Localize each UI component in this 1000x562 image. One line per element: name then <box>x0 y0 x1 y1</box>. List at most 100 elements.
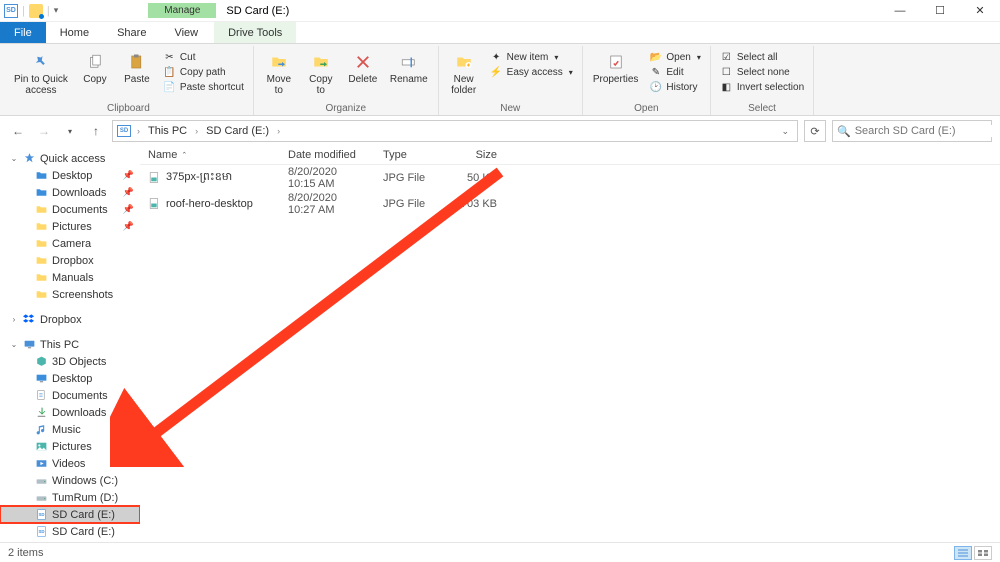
column-size[interactable]: Size <box>450 149 505 161</box>
paste-button[interactable]: Paste <box>118 50 156 87</box>
tree-label: 3D Objects <box>52 356 106 368</box>
new-folder-button[interactable]: New folder <box>445 50 483 98</box>
file-row[interactable]: 375px-ព្រះឧមា8/20/2020 10:15 AMJPG File5… <box>140 165 1000 191</box>
refresh-button[interactable]: ⟳ <box>804 120 826 142</box>
column-date[interactable]: Date modified <box>280 149 375 161</box>
tree-label: Desktop <box>52 170 92 182</box>
breadcrumb-sd-card[interactable]: SD Card (E:) <box>204 125 271 137</box>
col-label: Type <box>383 149 407 161</box>
column-type[interactable]: Type <box>375 149 450 161</box>
tree-quick-access[interactable]: ⌄ Quick access <box>0 150 140 167</box>
ribbon-group-select: ☑Select all ☐Select none ◧Invert selecti… <box>711 46 814 115</box>
tree-item-downloads[interactable]: Downloads <box>0 404 140 421</box>
status-bar: 2 items <box>0 542 1000 562</box>
tree-item-tumrum-d-[interactable]: TumRum (D:) <box>0 489 140 506</box>
folder-icon <box>34 169 48 183</box>
tab-share[interactable]: Share <box>103 22 160 43</box>
tree-this-pc[interactable]: ⌄ This PC <box>0 336 140 353</box>
select-none-button[interactable]: ☐Select none <box>717 65 807 80</box>
address-dropdown-icon[interactable]: ⌄ <box>777 126 793 137</box>
tab-view[interactable]: View <box>160 22 212 43</box>
new-item-label: New item <box>507 52 549 63</box>
file-type: JPG File <box>375 198 450 210</box>
rename-button[interactable]: Rename <box>386 50 432 87</box>
tree-item-camera[interactable]: Camera <box>0 235 140 252</box>
file-date: 8/20/2020 10:15 AM <box>280 166 375 190</box>
invert-icon: ◧ <box>720 81 733 94</box>
tree-item-sd-card-e-[interactable]: SDSD Card (E:) <box>0 506 140 523</box>
easy-access-icon: ⚡ <box>490 66 503 79</box>
tree-item-documents[interactable]: Documents <box>0 387 140 404</box>
tree-label: SD Card (E:) <box>52 509 115 521</box>
tree-item-dropbox[interactable]: Dropbox <box>0 252 140 269</box>
pic-icon <box>34 440 48 454</box>
edit-label: Edit <box>666 67 683 78</box>
tree-item-windows-c-[interactable]: Windows (C:) <box>0 472 140 489</box>
qat-dropdown-icon[interactable]: ▾ <box>54 5 59 16</box>
rename-label: Rename <box>390 74 428 85</box>
open-button[interactable]: 📂Open▾ <box>646 50 703 65</box>
cut-button[interactable]: ✂Cut <box>160 50 247 65</box>
easy-access-label: Easy access <box>507 67 563 78</box>
breadcrumb-sep: › <box>275 126 282 136</box>
ribbon-group-open: Properties 📂Open▾ ✎Edit 🕑History Open <box>583 46 711 115</box>
file-row[interactable]: roof-hero-desktop8/20/2020 10:27 AMJPG F… <box>140 191 1000 217</box>
copy-button[interactable]: Copy <box>76 50 114 87</box>
tree-item-music[interactable]: Music <box>0 421 140 438</box>
maximize-button[interactable]: ☐ <box>920 0 960 22</box>
tree-item-pictures[interactable]: Pictures📌 <box>0 218 140 235</box>
expand-icon[interactable]: ⌄ <box>10 340 18 349</box>
move-to-button[interactable]: Move to <box>260 50 298 98</box>
recent-locations-button[interactable]: ▾ <box>60 121 80 141</box>
address-bar[interactable]: SD › This PC › SD Card (E:) › ⌄ <box>112 120 798 142</box>
tree-item-pictures[interactable]: Pictures <box>0 438 140 455</box>
tree-item-downloads[interactable]: Downloads📌 <box>0 184 140 201</box>
minimize-button[interactable]: — <box>880 0 920 22</box>
pin-icon <box>31 52 51 72</box>
tab-file[interactable]: File <box>0 22 46 43</box>
ribbon-tabs: File Home Share View Drive Tools <box>0 22 1000 44</box>
tab-home[interactable]: Home <box>46 22 103 43</box>
search-input[interactable] <box>855 125 997 137</box>
tree-item-sd-card-e-[interactable]: SDSD Card (E:) <box>0 523 140 540</box>
tree-dropbox[interactable]: › Dropbox <box>0 311 140 328</box>
close-button[interactable]: ✕ <box>960 0 1000 22</box>
delete-button[interactable]: Delete <box>344 50 382 87</box>
copy-path-button[interactable]: 📋Copy path <box>160 65 247 80</box>
properties-button[interactable]: Properties <box>589 50 643 87</box>
column-name[interactable]: Name⌃ <box>140 149 280 161</box>
qat-separator: | <box>22 5 25 17</box>
expand-icon[interactable]: ⌄ <box>10 154 18 163</box>
breadcrumb-this-pc[interactable]: This PC <box>146 125 189 137</box>
tree-item-desktop[interactable]: Desktop📌 <box>0 167 140 184</box>
tree-item-screenshots[interactable]: Screenshots <box>0 286 140 303</box>
up-button[interactable]: ↑ <box>86 121 106 141</box>
tab-drive-tools[interactable]: Drive Tools <box>214 22 296 43</box>
easy-access-button[interactable]: ⚡Easy access▾ <box>487 65 576 80</box>
edit-button[interactable]: ✎Edit <box>646 65 703 80</box>
select-all-button[interactable]: ☑Select all <box>717 50 807 65</box>
file-list[interactable]: Name⌃ Date modified Type Size 375px-ព្រះ… <box>140 146 1000 542</box>
tree-item-desktop[interactable]: Desktop <box>0 370 140 387</box>
thumbnails-view-button[interactable] <box>974 546 992 560</box>
tree-item-documents[interactable]: Documents📌 <box>0 201 140 218</box>
details-view-button[interactable] <box>954 546 972 560</box>
paste-shortcut-button[interactable]: 📄Paste shortcut <box>160 80 247 95</box>
tree-item-3d-objects[interactable]: 3D Objects <box>0 353 140 370</box>
forward-button[interactable]: → <box>34 121 54 141</box>
expand-icon[interactable]: › <box>10 315 18 324</box>
new-item-button[interactable]: ✦New item▾ <box>487 50 576 65</box>
pin-to-quick-access-button[interactable]: Pin to Quick access <box>10 50 72 98</box>
col-label: Size <box>476 149 497 161</box>
navigation-tree[interactable]: ⌄ Quick access Desktop📌Downloads📌Documen… <box>0 146 140 542</box>
back-button[interactable]: ← <box>8 121 28 141</box>
search-box[interactable]: 🔍 <box>832 120 992 142</box>
history-button[interactable]: 🕑History <box>646 80 703 95</box>
copy-to-button[interactable]: Copy to <box>302 50 340 98</box>
new-folder-qat-icon[interactable] <box>29 4 43 18</box>
tree-item-manuals[interactable]: Manuals <box>0 269 140 286</box>
paste-label: Paste <box>124 74 150 85</box>
dropbox-icon <box>22 313 36 327</box>
invert-selection-button[interactable]: ◧Invert selection <box>717 80 807 95</box>
tree-item-videos[interactable]: Videos <box>0 455 140 472</box>
